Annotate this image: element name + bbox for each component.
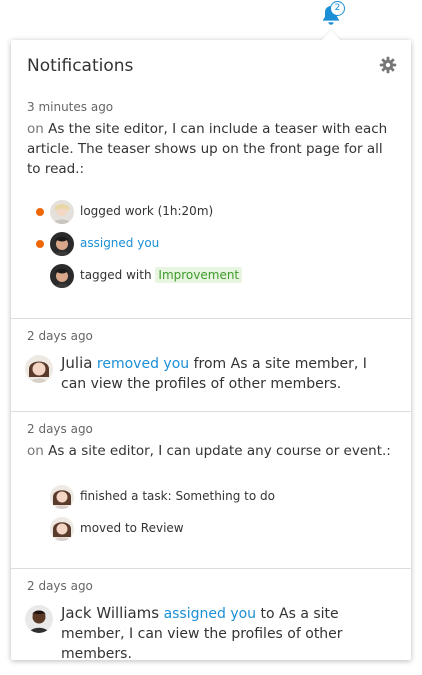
notification-group[interactable]: 3 minutes ago on As the site editor, I c… — [11, 92, 411, 319]
context-text[interactable]: on As the site editor, I can include a t… — [11, 119, 411, 179]
avatar — [25, 355, 53, 383]
activity-text: moved to Review — [80, 521, 184, 535]
unread-dot — [36, 208, 44, 216]
list-item[interactable]: finished a task: Something to do — [11, 481, 411, 513]
action-link[interactable]: assigned you — [164, 606, 257, 622]
timestamp: 2 days ago — [27, 329, 93, 343]
activity-text-prefix: tagged with — [80, 268, 152, 282]
avatar — [50, 517, 74, 541]
list-item[interactable]: moved to Review — [11, 513, 411, 545]
notification-group[interactable]: 2 days ago Julia removed you from As a s… — [11, 319, 411, 412]
context-prefix: on — [27, 121, 44, 137]
notification-body[interactable]: Julia removed you from As a site member,… — [11, 353, 411, 394]
context-title[interactable]: As a site editor, I can update any cours… — [48, 443, 391, 459]
timestamp: 3 minutes ago — [27, 100, 114, 114]
notifications-panel: Notifications 3 minutes ago on As the si… — [11, 40, 411, 660]
list-item[interactable]: logged work (1h:20m) — [11, 196, 411, 228]
actor-name[interactable]: Jack Williams — [61, 604, 159, 622]
context-title[interactable]: As the site editor, I can include a teas… — [27, 121, 387, 177]
activity-text: finished a task: Something to do — [80, 489, 275, 503]
action-link[interactable]: removed you — [97, 356, 189, 372]
actor-name[interactable]: Julia — [61, 354, 92, 372]
timestamp: 2 days ago — [27, 422, 93, 436]
avatar — [50, 485, 74, 509]
timestamp: 2 days ago — [27, 579, 93, 593]
panel-header: Notifications — [11, 40, 411, 92]
list-item[interactable]: assigned you — [11, 228, 411, 260]
activity-link[interactable]: assigned you — [80, 236, 159, 250]
avatar — [50, 264, 74, 288]
tag-badge[interactable]: Improvement — [155, 267, 243, 283]
avatar — [50, 200, 74, 224]
notification-group[interactable]: 2 days ago on As a site editor, I can up… — [11, 412, 411, 569]
list-item[interactable]: tagged with Improvement — [11, 260, 411, 292]
notification-body[interactable]: Jack Williams assigned you to As a site … — [11, 603, 411, 660]
notification-group[interactable]: 2 days ago Jack Williams assigned you to… — [11, 569, 411, 660]
panel-title: Notifications — [27, 56, 134, 76]
context-prefix: on — [27, 443, 44, 459]
dropdown-caret — [321, 30, 341, 41]
notification-count-badge: 2 — [330, 1, 345, 16]
unread-dot — [36, 240, 44, 248]
activity-text: logged work (1h:20m) — [80, 204, 214, 218]
avatar — [25, 605, 53, 633]
context-text[interactable]: on As a site editor, I can update any co… — [11, 441, 411, 461]
gear-icon[interactable] — [379, 56, 397, 74]
avatar — [50, 232, 74, 256]
activity-text: tagged with Improvement — [80, 267, 243, 283]
